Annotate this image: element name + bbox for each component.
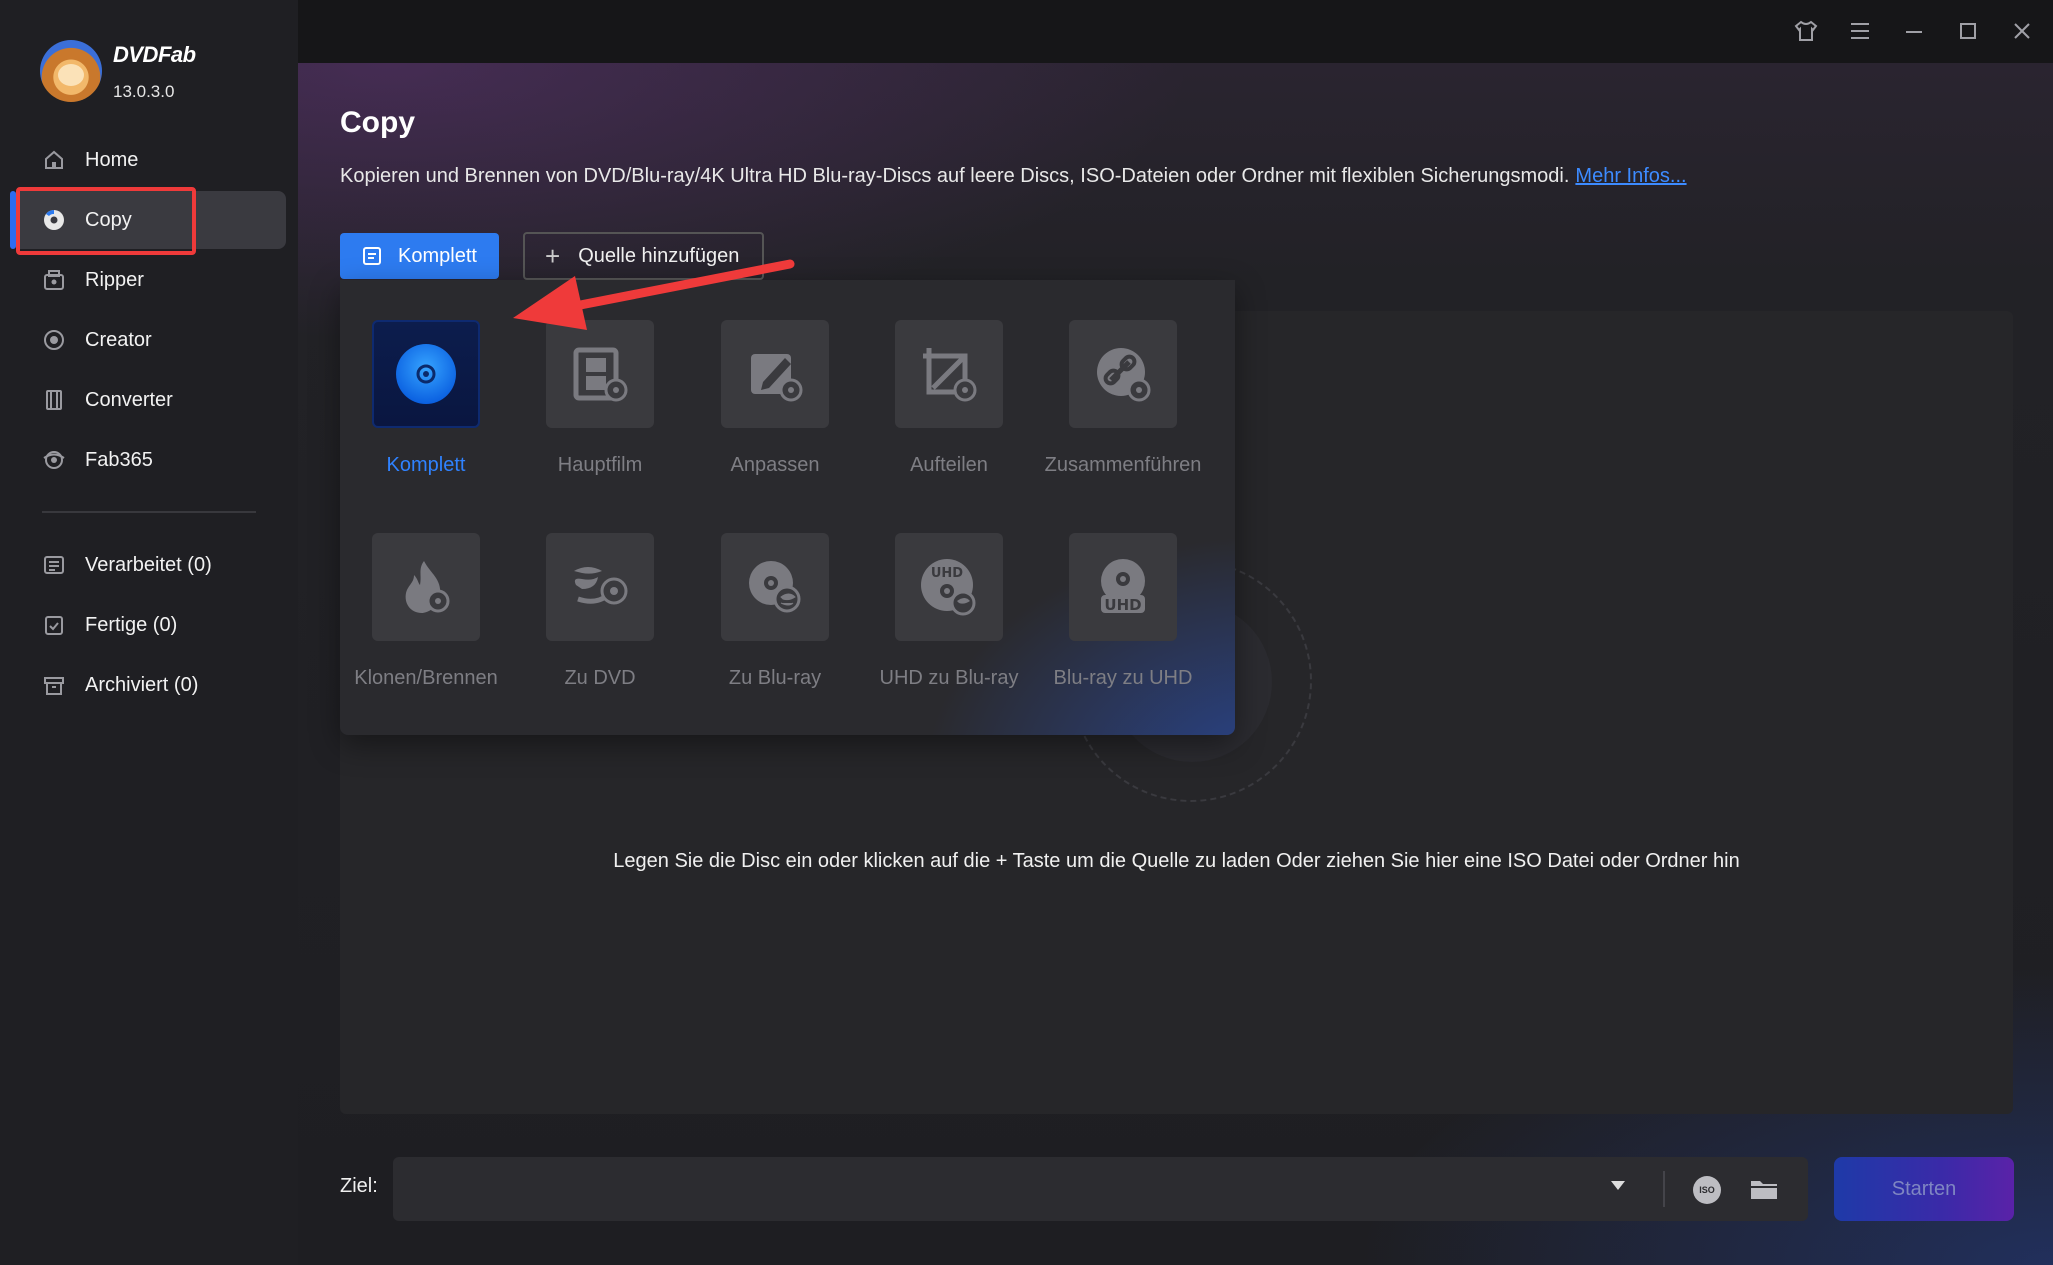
mode-uhd-zu-bluray[interactable]: UHD UHD zu Blu-ray [869, 533, 1029, 690]
home-icon [42, 148, 66, 172]
merge-link-icon [1069, 320, 1177, 428]
mode-label: UHD zu Blu-ray [879, 667, 1019, 689]
disc-to-bluray-icon [721, 533, 829, 641]
mode-anpassen[interactable]: Anpassen [695, 320, 855, 477]
sidebar-item-archived[interactable]: Archiviert (0) [12, 656, 286, 714]
disc-icon [372, 320, 480, 428]
target-label: Ziel: [340, 1175, 378, 1197]
sidebar-item-home[interactable]: Home [12, 131, 286, 189]
folder-icon[interactable] [1749, 1177, 1779, 1201]
window-titlebar [298, 0, 2053, 63]
sidebar-item-finished[interactable]: Fertige (0) [12, 596, 286, 654]
sidebar-item-label: Ripper [85, 268, 144, 291]
app-version: 13.0.3.0 [113, 82, 175, 101]
chevron-down-icon[interactable] [1611, 1181, 1625, 1190]
mode-zusammenfuehren[interactable]: Zusammenführen [1043, 320, 1203, 477]
sidebar-divider [42, 511, 256, 513]
mode-list-icon [362, 246, 382, 266]
menu-icon[interactable] [1847, 18, 1873, 44]
sidebar-item-label: Archiviert (0) [85, 673, 199, 696]
red-arrow-annotation-icon [513, 259, 795, 330]
maximize-icon[interactable] [1955, 18, 1981, 44]
mode-zu-dvd[interactable]: Zu DVD [520, 533, 680, 690]
page-title: Copy [340, 106, 415, 139]
minimize-icon[interactable] [1901, 18, 1927, 44]
archive-icon [42, 673, 66, 697]
mode-label: Zu DVD [564, 667, 636, 689]
mode-label: Zu Blu-ray [728, 667, 822, 689]
mode-komplett[interactable]: Komplett [346, 320, 506, 477]
mode-aufteilen[interactable]: Aufteilen [869, 320, 1029, 477]
target-path-field[interactable]: ISO [393, 1157, 1808, 1221]
mode-bluray-zu-uhd[interactable]: UHD Blu-ray zu UHD [1043, 533, 1203, 690]
mode-label: Anpassen [730, 454, 820, 476]
flame-disc-icon [372, 533, 480, 641]
mode-label: Zusammenführen [1044, 454, 1202, 476]
mode-hauptfilm[interactable]: Hauptfilm [520, 320, 680, 477]
bluray-to-dvd-icon [546, 533, 654, 641]
ripper-icon [42, 268, 66, 292]
mode-label: Hauptfilm [557, 454, 643, 476]
dvdfab-logo-icon [40, 40, 102, 102]
converter-icon [42, 388, 66, 412]
uhd-badge-top: UHD [931, 566, 963, 581]
mode-label: Klonen/Brennen [354, 667, 498, 689]
bluray-to-uhd-icon: UHD [1069, 533, 1177, 641]
sidebar-item-label: Fertige (0) [85, 613, 178, 636]
field-separator [1663, 1171, 1665, 1207]
sidebar-item-label: Home [85, 148, 139, 171]
close-icon[interactable] [2009, 18, 2035, 44]
clipboard-check-icon [42, 613, 66, 637]
mode-select-label: Komplett [398, 244, 477, 267]
sidebar-item-creator[interactable]: Creator [12, 311, 286, 369]
split-disc-icon [895, 320, 1003, 428]
mode-klonen-brennen[interactable]: Klonen/Brennen [346, 533, 506, 690]
sidebar-item-label: Fab365 [85, 448, 153, 471]
start-button[interactable]: Starten [1834, 1157, 2014, 1221]
sidebar-item-label: Converter [85, 388, 173, 411]
sidebar-item-label: Creator [85, 328, 152, 351]
more-info-link[interactable]: Mehr Infos... [1575, 165, 1686, 187]
sidebar: DVDFab 13.0.3.0 Home Copy Ripper Creator… [0, 0, 298, 1265]
copy-highlight-annotation [16, 187, 196, 255]
drop-hint: Legen Sie die Disc ein oder klicken auf … [613, 850, 1740, 872]
sidebar-item-processing[interactable]: Verarbeitet (0) [12, 536, 286, 594]
list-icon [42, 553, 66, 577]
mode-label: Blu-ray zu UHD [1053, 667, 1193, 689]
page-description-text: Kopieren und Brennen von DVD/Blu-ray/4K … [340, 165, 1570, 187]
mode-label: Aufteilen [910, 454, 988, 476]
shirt-skin-icon[interactable] [1793, 18, 1819, 44]
creator-icon [42, 328, 66, 352]
fab365-icon [42, 448, 66, 472]
sidebar-item-label: Verarbeitet (0) [85, 553, 212, 576]
uhd-badge-bottom: UHD [1104, 596, 1141, 614]
uhd-to-bluray-icon: UHD [895, 533, 1003, 641]
mode-select-button[interactable]: Komplett [340, 233, 499, 279]
app-brand: DVDFab [113, 42, 196, 67]
page-description: Kopieren und Brennen von DVD/Blu-ray/4K … [340, 165, 1687, 188]
sidebar-item-ripper[interactable]: Ripper [12, 251, 286, 309]
sidebar-item-fab365[interactable]: Fab365 [12, 431, 286, 489]
sidebar-item-converter[interactable]: Converter [12, 371, 286, 429]
iso-icon[interactable]: ISO [1693, 1176, 1721, 1204]
mode-label: Komplett [386, 454, 466, 476]
mode-zu-bluray[interactable]: Zu Blu-ray [695, 533, 855, 690]
